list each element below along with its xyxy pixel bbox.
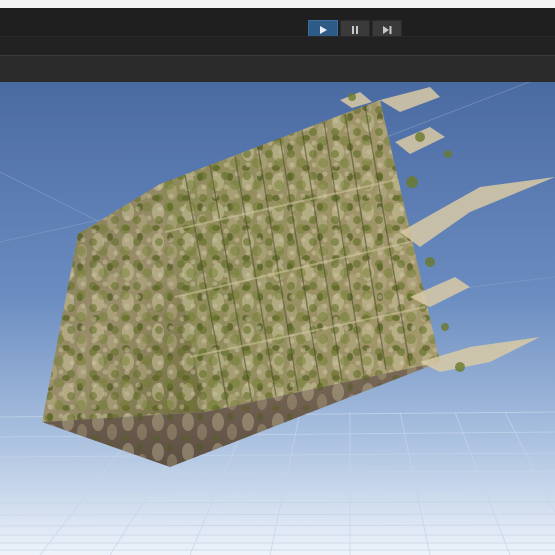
view-tab-strip bbox=[0, 36, 555, 56]
step-icon bbox=[383, 25, 392, 34]
window-top-strip bbox=[0, 0, 555, 8]
play-icon bbox=[320, 25, 327, 34]
editor-toolbar bbox=[0, 8, 555, 39]
game-viewport[interactable] bbox=[0, 82, 555, 555]
scene-render bbox=[0, 82, 555, 555]
view-control-bar bbox=[0, 55, 555, 84]
pause-icon bbox=[352, 25, 358, 34]
